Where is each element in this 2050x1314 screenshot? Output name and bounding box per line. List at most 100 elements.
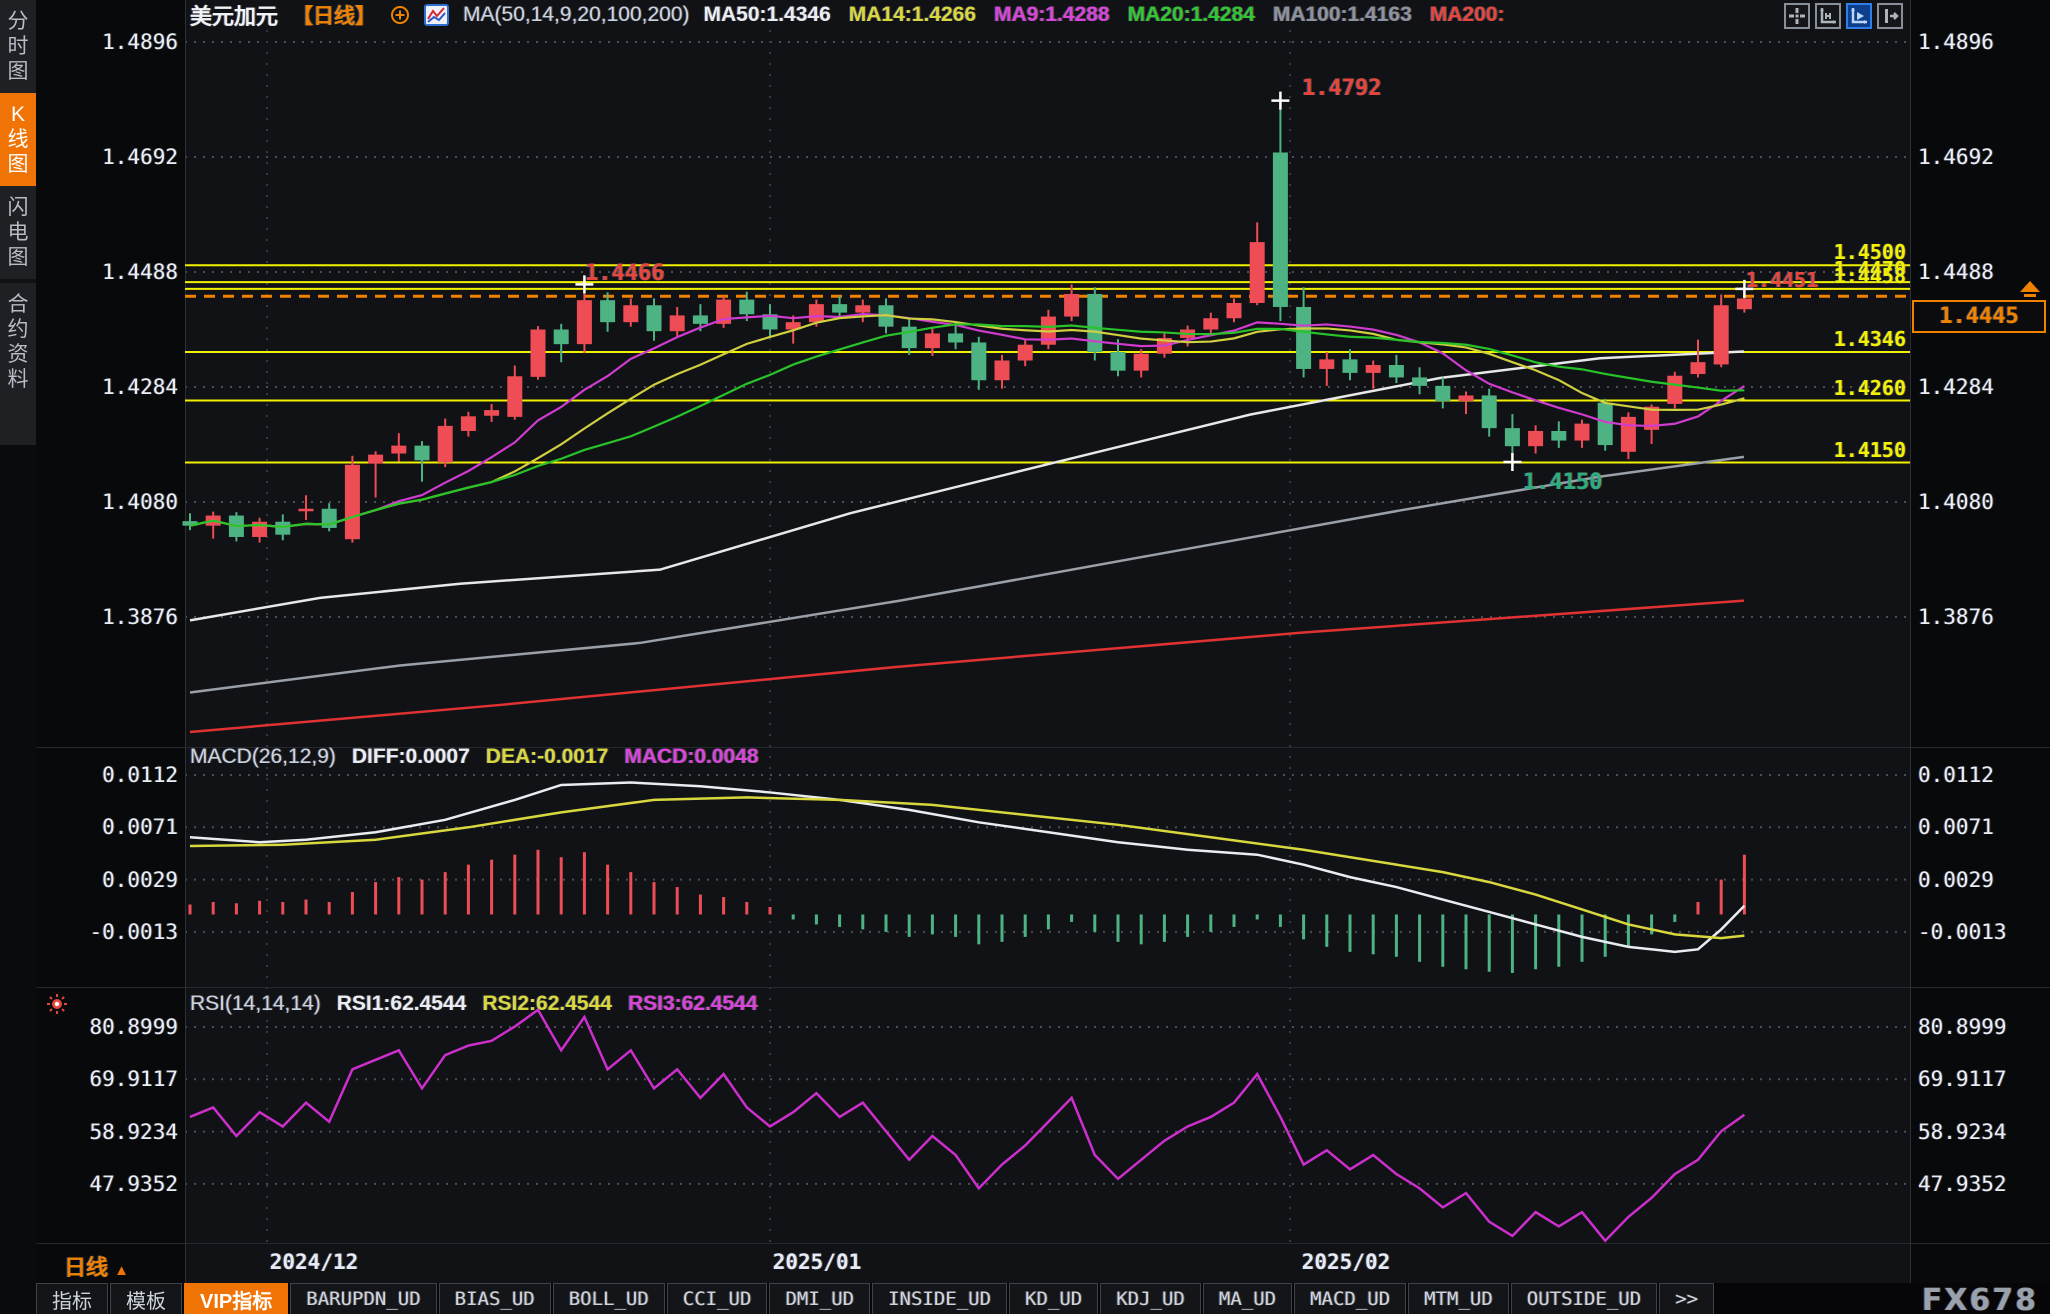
candle — [948, 333, 963, 342]
candle — [577, 300, 592, 344]
tab-outside_ud[interactable]: OUTSIDE_UD — [1511, 1283, 1657, 1314]
candle — [415, 446, 430, 461]
tab-[interactable]: 模板 — [110, 1283, 182, 1314]
ma-value-2: MA9:1.4288 — [994, 3, 1110, 27]
sidebar-items-container: 分时图K线图闪电图合约资料 — [0, 0, 36, 445]
date-label-1: 2025/01 — [773, 1250, 862, 1274]
candle — [1250, 242, 1265, 303]
candle — [345, 465, 360, 539]
tab-kdj_ud[interactable]: KDJ_UD — [1100, 1283, 1201, 1314]
candle — [1528, 431, 1543, 446]
date-label-2: 2025/02 — [1302, 1250, 1391, 1274]
date-label-0: 2024/12 — [270, 1250, 359, 1274]
candle — [995, 361, 1010, 381]
rsi-header: RSI(14,14,14)RSI1:62.4544RSI2:62.4544RSI… — [190, 992, 758, 1016]
candle — [1691, 362, 1706, 374]
candle — [1389, 365, 1404, 377]
candle — [299, 509, 314, 512]
tab-macd_ud[interactable]: MACD_UD — [1294, 1283, 1406, 1314]
left-sidebar: 分时图K线图闪电图合约资料 — [0, 0, 36, 1314]
tab-barupdn_ud[interactable]: BARUPDN_UD — [290, 1283, 436, 1314]
candle — [1087, 294, 1102, 352]
ma-value-4: MA100:1.4163 — [1273, 3, 1412, 27]
candle — [1667, 376, 1682, 404]
indicator-tabbar: 指标模板VIP指标BARUPDN_UDBIAS_UDBOLL_UDCCI_UDD… — [36, 1283, 2050, 1314]
current-price-tag: 1.4445 — [1912, 300, 2046, 333]
candle — [693, 315, 708, 323]
candle — [438, 426, 453, 463]
period-selector[interactable]: 日线 ▲ — [64, 1250, 129, 1282]
tab-inside_ud[interactable]: INSIDE_UD — [872, 1283, 1007, 1314]
tab-mtm_ud[interactable]: MTM_UD — [1408, 1283, 1509, 1314]
candle — [461, 416, 476, 431]
price-up-arrow-icon — [2018, 281, 2042, 299]
sidebar-item-3[interactable]: 合约资料 — [0, 279, 36, 401]
candle — [1366, 365, 1381, 373]
candle — [1505, 428, 1520, 446]
tab-vip[interactable]: VIP指标 — [184, 1283, 288, 1314]
tab-dmi_ud[interactable]: DMI_UD — [769, 1283, 870, 1314]
tab->>[interactable]: >> — [1659, 1283, 1714, 1314]
macd-header-part-1: DIFF:0.0007 — [352, 745, 470, 769]
candle — [670, 315, 685, 331]
candle — [832, 304, 847, 312]
candle — [368, 455, 383, 464]
rsi-header-part-1: RSI1:62.4544 — [337, 992, 467, 1016]
candle — [1551, 431, 1566, 441]
circle-plus-icon[interactable] — [390, 5, 410, 25]
ma-value-1: MA14:1.4266 — [849, 3, 976, 27]
rsi-header-part-2: RSI2:62.4544 — [482, 992, 612, 1016]
tab-bias_ud[interactable]: BIAS_UD — [439, 1283, 551, 1314]
macd-header: MACD(26,12,9)DIFF:0.0007DEA:-0.0017MACD:… — [190, 745, 759, 769]
tab-boll_ud[interactable]: BOLL_UD — [553, 1283, 665, 1314]
candle — [1296, 307, 1311, 369]
tab-ma_ud[interactable]: MA_UD — [1203, 1283, 1292, 1314]
candle — [1412, 377, 1427, 385]
candle — [1064, 294, 1079, 317]
sidebar-item-1[interactable]: K线图 — [0, 93, 36, 186]
chart-settings-icon[interactable] — [424, 4, 449, 26]
candle — [855, 305, 870, 312]
candle — [1482, 395, 1497, 428]
period-selector-label: 日线 — [64, 1255, 108, 1280]
ma-settings-label: MA(50,14,9,20,100,200) — [463, 3, 690, 27]
candle — [1435, 386, 1450, 401]
crosshair-icon[interactable] — [1784, 3, 1810, 29]
axis-play-icon[interactable] — [1846, 3, 1872, 29]
sidebar-item-2[interactable]: 闪电图 — [0, 186, 36, 279]
ma-value-3: MA20:1.4284 — [1128, 3, 1255, 27]
tab-kd_ud[interactable]: KD_UD — [1009, 1283, 1098, 1314]
candle — [1459, 395, 1474, 401]
alert-dot-icon — [45, 992, 69, 1016]
axis-scale-icon[interactable] — [1815, 3, 1841, 29]
rsi-header-part-0: RSI(14,14,14) — [190, 992, 321, 1016]
macd-header-part-2: DEA:-0.0017 — [486, 745, 609, 769]
candle — [391, 446, 406, 454]
candle — [484, 410, 499, 416]
ma-value-0: MA50:1.4346 — [704, 3, 831, 27]
candle — [507, 376, 522, 417]
candle — [600, 300, 615, 322]
chart-canvas[interactable] — [0, 0, 2050, 1314]
sidebar-item-0[interactable]: 分时图 — [0, 0, 36, 93]
chart-toolbar — [1784, 3, 1903, 29]
triangle-up-icon: ▲ — [114, 1262, 129, 1279]
watermark: FX678 — [1922, 1283, 2038, 1314]
candle — [647, 305, 662, 331]
candle — [1598, 403, 1613, 445]
period-tag[interactable]: 【日线】 — [292, 0, 376, 30]
trading-app-window: 分时图K线图闪电图合约资料 美元加元 【日线】 MA(50,14,9,20,10… — [0, 0, 2050, 1314]
tab-[interactable]: 指标 — [36, 1283, 108, 1314]
ma-value-5: MA200: — [1430, 3, 1505, 27]
candle — [623, 305, 638, 322]
candle — [1227, 303, 1242, 318]
candle — [1575, 424, 1590, 441]
candle — [1621, 417, 1636, 452]
candle — [1714, 305, 1729, 364]
candle — [1319, 359, 1334, 369]
candle — [809, 304, 824, 322]
bar-move-icon[interactable] — [1877, 3, 1903, 29]
candle — [1134, 354, 1149, 371]
candle — [1018, 345, 1033, 361]
tab-cci_ud[interactable]: CCI_UD — [667, 1283, 768, 1314]
